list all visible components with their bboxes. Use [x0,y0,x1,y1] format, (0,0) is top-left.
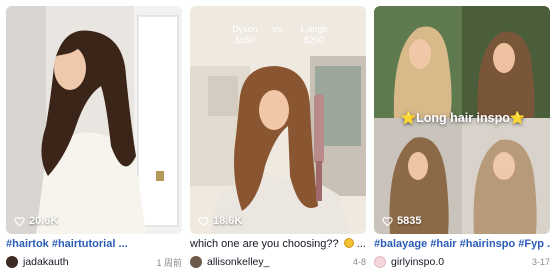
caption-ellipsis: ... [353,238,366,250]
overlay-left-price: $650 [234,35,256,45]
video-thumbnail[interactable]: ⭐Long hair inspo⭐ 5835 [374,6,550,234]
like-count-value: 5835 [397,215,422,227]
caption-hashtags[interactable]: #hairtok #hairtutorial ... [6,238,128,250]
post-date: 1 周前 [156,257,182,268]
overlay-vs: vs. [272,24,284,34]
video-meta: allisonkelley_ 4-8 [190,255,366,269]
video-card[interactable]: 20.6K #hairtok #hairtutorial ... jadakau… [6,6,182,274]
heart-outline-icon [14,216,25,226]
overlay-left-brand: Dyson [232,24,258,34]
video-grid: 20.6K #hairtok #hairtutorial ... jadakau… [0,0,554,276]
video-card[interactable]: Dyson $650 vs. L'ange $290 18.6K which o… [190,6,366,274]
thumbnail-image [190,6,366,234]
video-caption[interactable]: #balayage #hair #hairinspo #Fyp ... [374,238,550,251]
caption-hashtags[interactable]: #balayage #hair #hairinspo #Fyp ... [374,238,550,250]
overlay-left: Dyson $650 [228,24,262,46]
heart-outline-icon [382,216,393,226]
like-count-value: 18.6K [213,215,243,227]
avatar[interactable] [190,256,202,268]
like-count: 18.6K [198,215,242,227]
like-count: 5835 [382,215,421,227]
caption-text[interactable]: which one are you choosing?? [190,238,342,250]
video-caption[interactable]: which one are you choosing?? ... [190,238,366,251]
grimacing-emoji-icon [343,238,354,248]
video-thumbnail[interactable]: 20.6K [6,6,182,234]
overlay-right-brand: L'ange [300,24,328,34]
heart-outline-icon [198,216,209,226]
avatar[interactable] [6,256,18,268]
username[interactable]: girlyinspo.0 [391,256,532,268]
video-meta: jadakauth 1 周前 [6,255,182,269]
video-card[interactable]: ⭐Long hair inspo⭐ 5835 #balayage #hair #… [374,6,550,274]
avatar[interactable] [374,256,386,268]
video-caption[interactable]: #hairtok #hairtutorial ... [6,238,182,251]
like-count-value: 20.6K [29,215,59,227]
username[interactable]: allisonkelley_ [207,256,353,268]
username[interactable]: jadakauth [23,256,156,268]
overlay-right-price: $290 [303,35,325,45]
overlay-right: L'ange $290 [294,24,334,46]
video-meta: girlyinspo.0 3-17 [374,255,550,269]
video-thumbnail[interactable]: Dyson $650 vs. L'ange $290 18.6K [190,6,366,234]
overlay-title: ⭐Long hair inspo⭐ [400,111,526,125]
post-date: 4-8 [352,257,366,267]
thumbnail-image [6,6,182,234]
post-date: 3-17 [531,257,550,267]
like-count: 20.6K [14,215,58,227]
